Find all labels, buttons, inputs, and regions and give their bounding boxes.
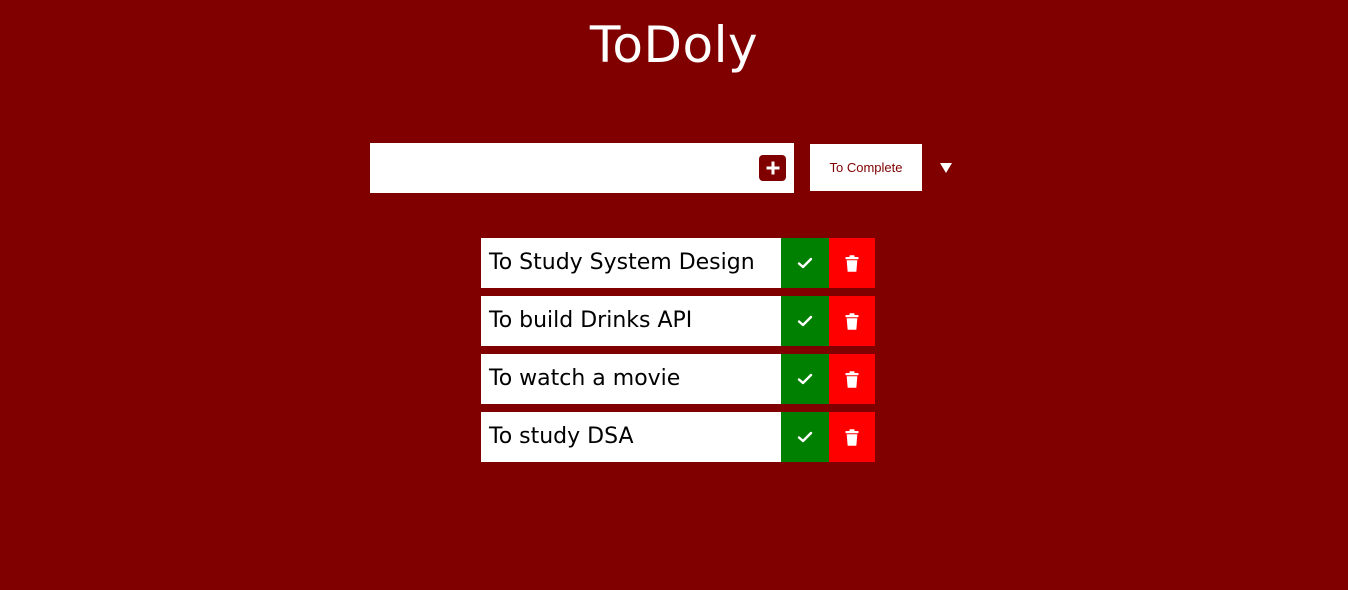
filter-dropdown-toggle[interactable]: [938, 158, 954, 178]
todo-text: To build Drinks API: [481, 296, 781, 346]
trash-icon: [845, 370, 859, 388]
complete-button[interactable]: [781, 354, 829, 404]
delete-button[interactable]: [829, 296, 875, 346]
check-icon: [797, 431, 813, 443]
app-title: ToDoly: [589, 16, 759, 74]
filter-selected-label: To Complete: [829, 160, 903, 175]
check-icon: [797, 315, 813, 327]
trash-icon: [845, 428, 859, 446]
trash-icon: [845, 254, 859, 272]
complete-button[interactable]: [781, 238, 829, 288]
todo-input-container: [370, 143, 794, 193]
plus-icon: [766, 161, 779, 175]
trash-icon: [845, 312, 859, 330]
delete-button[interactable]: [829, 354, 875, 404]
check-icon: [797, 373, 813, 385]
todo-item: To Study System Design: [481, 238, 875, 288]
complete-button[interactable]: [781, 412, 829, 462]
todo-item: To build Drinks API: [481, 296, 875, 346]
delete-button[interactable]: [829, 238, 875, 288]
todo-item: To study DSA: [481, 412, 875, 462]
filter-select[interactable]: To Complete: [810, 144, 922, 191]
todo-text: To Study System Design: [481, 238, 781, 288]
todo-text: To study DSA: [481, 412, 781, 462]
todo-item: To watch a movie: [481, 354, 875, 404]
add-todo-button[interactable]: [759, 155, 786, 181]
complete-button[interactable]: [781, 296, 829, 346]
todo-text: To watch a movie: [481, 354, 781, 404]
todo-input[interactable]: [370, 143, 750, 193]
delete-button[interactable]: [829, 412, 875, 462]
check-icon: [797, 257, 813, 269]
todo-list: To Study System Design To build Drinks AP…: [481, 238, 875, 470]
caret-down-icon: [940, 163, 952, 173]
